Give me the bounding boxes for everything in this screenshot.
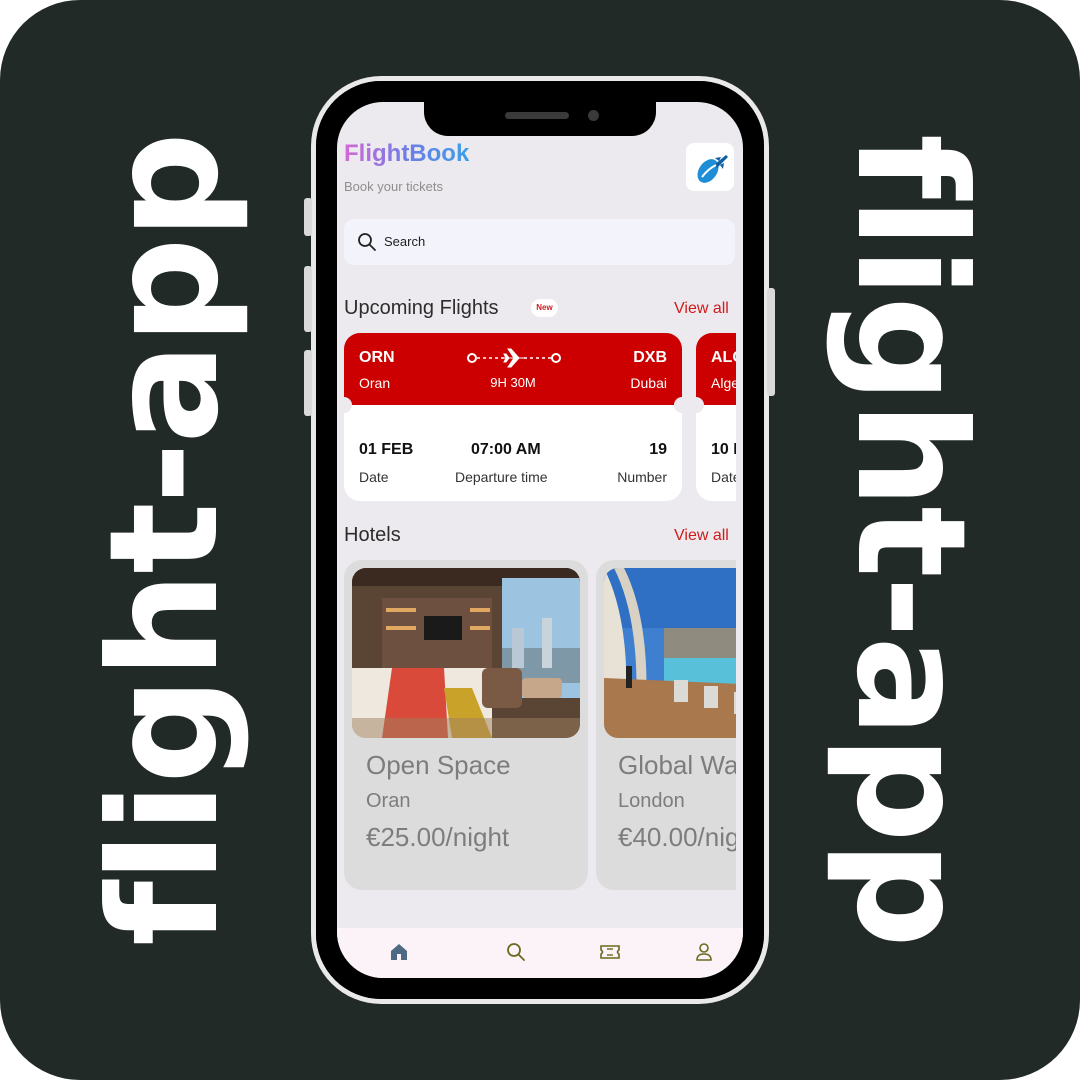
- flight-number: 19: [649, 441, 667, 458]
- hotel-name: Open Space: [366, 750, 511, 780]
- hotel-name: Global Wave: [618, 750, 743, 780]
- flight-duration: 9H 30M: [490, 375, 536, 390]
- search-icon[interactable]: [506, 942, 526, 962]
- flight-route-icon: [467, 348, 561, 368]
- hotel-price: €25.00/night: [366, 822, 510, 852]
- hotel-city: Oran: [366, 790, 411, 812]
- hotel-image: [352, 568, 580, 738]
- bottom-navigation: [337, 928, 743, 978]
- left-vertical-text: flight-app: [78, 133, 252, 947]
- power-button: [767, 288, 775, 396]
- search-icon: [358, 233, 376, 251]
- home-icon[interactable]: [389, 942, 409, 962]
- profile-icon[interactable]: [694, 942, 714, 962]
- hotels-view-all-link[interactable]: View all: [674, 527, 729, 545]
- flight-date-label: Date: [359, 469, 389, 485]
- app-screen: FlightBook Book your tickets Search Upco…: [337, 102, 743, 978]
- app-title: FlightBook: [344, 140, 470, 167]
- hotel-price: €40.00/night: [618, 822, 743, 852]
- volume-up-button: [304, 266, 312, 332]
- hotel-card[interactable]: Global Wave London €40.00/night: [596, 560, 743, 890]
- flight-date: 01 FEB: [359, 441, 414, 458]
- hotel-image: [604, 568, 743, 738]
- plane-logo-icon: [697, 155, 728, 183]
- departure-time-label: Departure time: [455, 469, 548, 485]
- upcoming-flights-title: Upcoming Flights: [344, 297, 499, 319]
- flight-number-label: Number: [617, 469, 667, 485]
- app-subtitle: Book your tickets: [344, 179, 443, 194]
- search-bar[interactable]: Search: [344, 219, 735, 265]
- new-badge: New: [531, 299, 558, 317]
- origin-code: ORN: [359, 349, 395, 366]
- departure-time: 07:00 AM: [471, 441, 541, 458]
- flights-view-all-link[interactable]: View all: [674, 300, 729, 318]
- flight-ticket[interactable]: ORN Oran DXB Dubai 9H 30M 01 FEB Date 07…: [344, 333, 682, 501]
- mute-switch: [304, 198, 312, 236]
- right-vertical-text: flight-app: [823, 133, 997, 947]
- app-logo[interactable]: [686, 143, 734, 191]
- hotels-title: Hotels: [344, 524, 401, 546]
- ticket-icon[interactable]: [599, 942, 621, 962]
- ticket-header: [344, 333, 682, 405]
- hotel-city: London: [618, 790, 685, 812]
- volume-down-button: [304, 350, 312, 416]
- hotel-card[interactable]: Open Space Oran €25.00/night: [344, 560, 588, 890]
- search-input[interactable]: Search: [384, 234, 425, 249]
- phone-speaker: [505, 112, 569, 119]
- destination-code: DXB: [633, 349, 667, 366]
- ticket-notch: [674, 397, 682, 413]
- phone-camera: [588, 110, 599, 121]
